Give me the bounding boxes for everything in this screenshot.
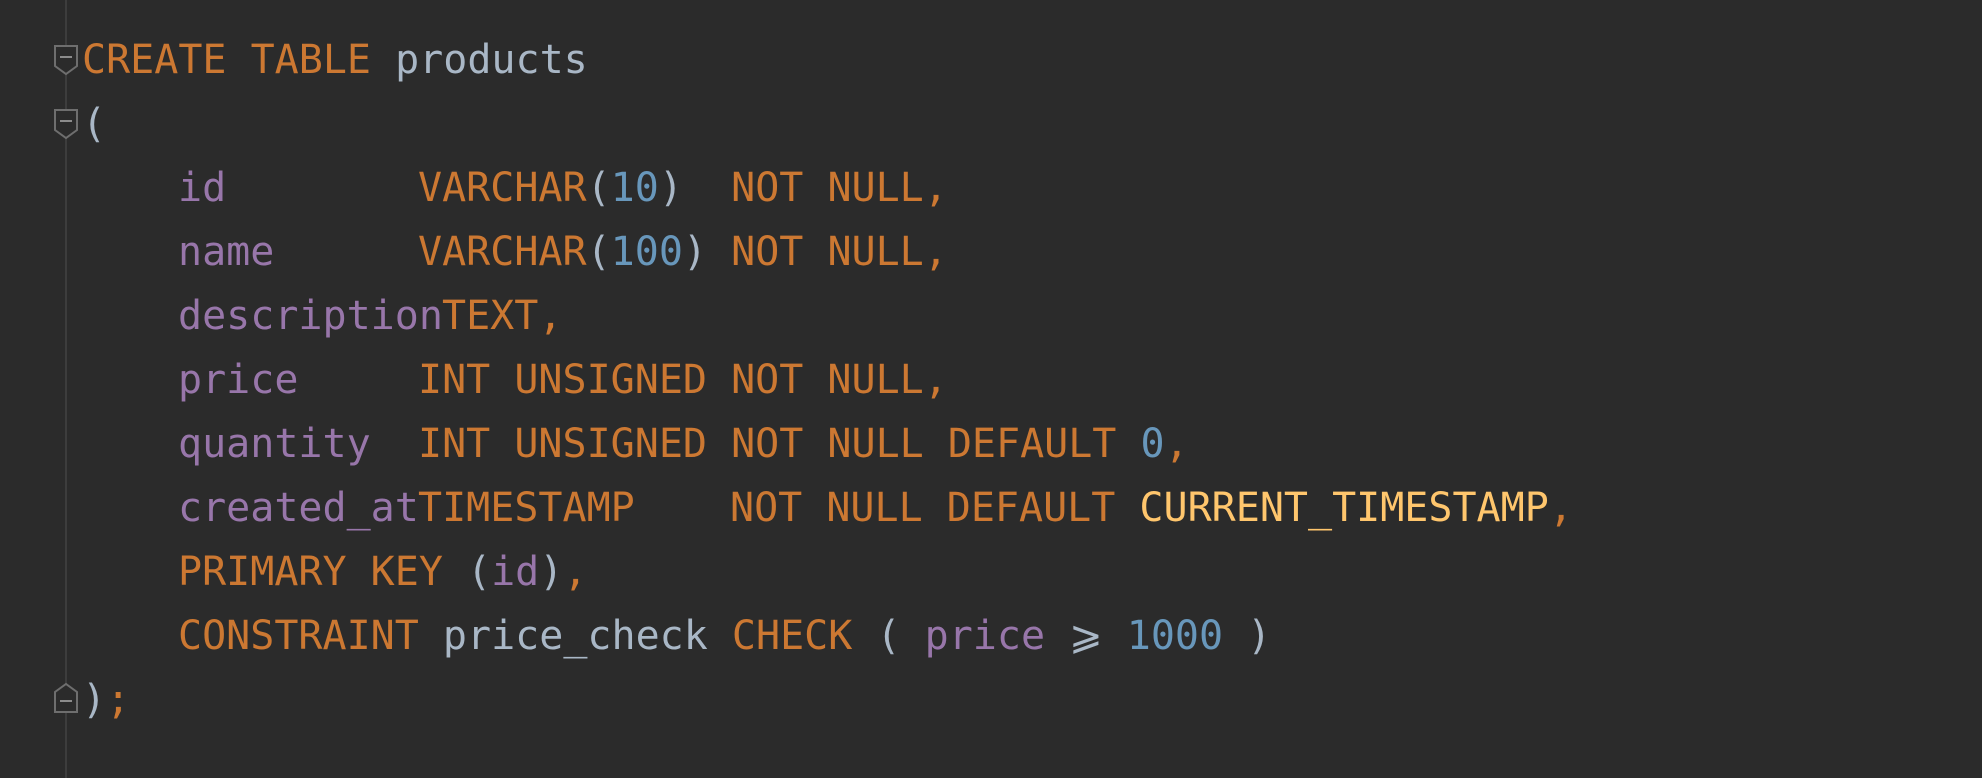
code-line-10: CONSTRAINT price_check CHECK ( price ⩾ 1… xyxy=(82,604,1573,668)
close-paren: ) xyxy=(82,677,107,723)
data-type: TEXT xyxy=(442,293,539,339)
code-line-5: descriptionTEXT, xyxy=(82,284,1573,348)
fold-collapse-icon[interactable] xyxy=(53,108,79,140)
column-name: created_at xyxy=(178,485,419,531)
paren: ) xyxy=(682,229,708,275)
data-type: VARCHAR xyxy=(418,229,587,275)
column-name: id xyxy=(178,165,227,211)
code-line-11: ); xyxy=(82,668,1573,732)
fold-end-icon[interactable] xyxy=(53,682,79,714)
type-size: 100 xyxy=(610,229,683,275)
open-paren: ( xyxy=(82,101,107,147)
paren: ( xyxy=(467,549,492,595)
table-name: products xyxy=(395,37,588,83)
comma: , xyxy=(538,293,563,339)
data-type: TIMESTAMP xyxy=(418,485,635,531)
fold-collapse-icon[interactable] xyxy=(53,44,79,76)
data-type: VARCHAR xyxy=(418,165,587,211)
code-line-9: PRIMARY KEY (id), xyxy=(82,540,1573,604)
keyword: CONSTRAINT xyxy=(178,613,419,659)
comma: , xyxy=(1548,485,1573,531)
column-name: quantity xyxy=(178,421,371,467)
default-value: 0 xyxy=(1140,421,1165,467)
operator: ⩾ xyxy=(1069,613,1103,659)
code-line-4: name VARCHAR(100) NOT NULL, xyxy=(82,220,1573,284)
keyword: CREATE TABLE xyxy=(82,37,371,83)
constraint-name: price_check xyxy=(442,613,708,659)
paren: ( xyxy=(586,229,611,275)
check-value: 1000 xyxy=(1126,613,1224,659)
comma: , xyxy=(923,165,948,211)
sql-editor[interactable]: CREATE TABLE products ( id VARCHAR(10) NO… xyxy=(0,0,1982,778)
comma: , xyxy=(1164,421,1189,467)
code-line-1: CREATE TABLE products xyxy=(82,28,1573,92)
code-line-7: quantity INT UNSIGNED NOT NULL DEFAULT 0, xyxy=(82,412,1573,476)
constraint: NOT NULL DEFAULT xyxy=(731,421,1117,467)
code-line-8: created_atTIMESTAMP NOT NULL DEFAULT CURR… xyxy=(82,476,1573,540)
column-name: name xyxy=(178,229,275,275)
semicolon: ; xyxy=(106,677,131,723)
column-name: price xyxy=(178,357,299,403)
paren: ) xyxy=(658,165,683,211)
paren: ( xyxy=(876,613,901,659)
column-name: description xyxy=(178,293,443,339)
keyword: CHECK xyxy=(731,613,853,659)
constraint: NOT NULL xyxy=(731,357,924,403)
keyword: PRIMARY KEY xyxy=(178,549,443,595)
type-size: 10 xyxy=(610,165,659,211)
paren: ( xyxy=(586,165,611,211)
data-type: INT UNSIGNED xyxy=(418,421,707,467)
comma: , xyxy=(923,229,948,275)
paren: ) xyxy=(539,549,564,595)
comma: , xyxy=(923,357,948,403)
code-line-2: ( xyxy=(82,92,1573,156)
constraint: NOT NULL xyxy=(731,229,924,275)
constraint: NOT NULL DEFAULT xyxy=(730,485,1116,531)
column-ref: price xyxy=(924,613,1046,659)
column-ref: id xyxy=(491,549,540,595)
default-function: CURRENT_TIMESTAMP xyxy=(1139,485,1549,531)
comma: , xyxy=(563,549,588,595)
constraint: NOT NULL xyxy=(731,165,924,211)
data-type: INT UNSIGNED xyxy=(418,357,707,403)
paren: ) xyxy=(1247,613,1272,659)
code-line-6: price INT UNSIGNED NOT NULL, xyxy=(82,348,1573,412)
code-area[interactable]: CREATE TABLE products ( id VARCHAR(10) NO… xyxy=(82,28,1573,732)
code-line-3: id VARCHAR(10) NOT NULL, xyxy=(82,156,1573,220)
